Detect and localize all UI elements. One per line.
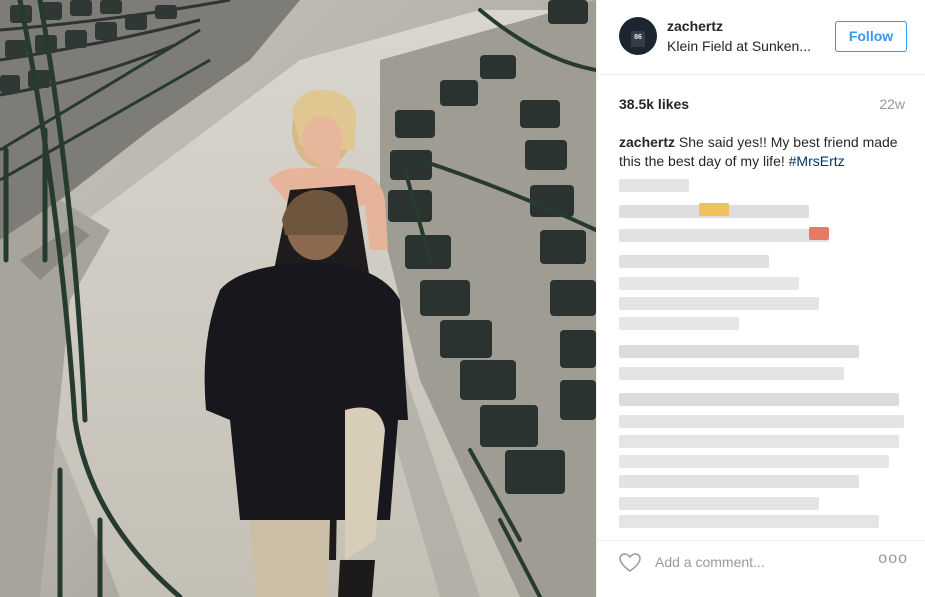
more-options-icon[interactable]: ooo <box>878 550 908 568</box>
follow-button[interactable]: Follow <box>835 21 907 52</box>
blurred-emoji <box>809 227 829 240</box>
blurred-comment <box>619 475 859 488</box>
caption-hashtag[interactable]: #MrsErtz <box>789 153 845 169</box>
blurred-comment <box>619 367 844 380</box>
avatar-jersey-number: 86 <box>634 34 642 41</box>
comment-footer: Add a comment... ooo <box>597 540 925 586</box>
blurred-comment <box>619 497 819 510</box>
blurred-emoji <box>699 203 729 216</box>
post-caption: zachertz She said yes!! My best friend m… <box>619 133 909 171</box>
comments-list-blurred <box>619 175 909 535</box>
likes-count[interactable]: 38.5k likes <box>619 96 689 112</box>
blurred-comment <box>619 229 829 242</box>
blurred-comment <box>619 255 769 268</box>
post-username[interactable]: zachertz <box>667 18 723 34</box>
blurred-comment <box>619 393 899 406</box>
blurred-comment <box>619 277 799 290</box>
heart-icon[interactable] <box>619 553 641 578</box>
post-photo[interactable] <box>0 0 596 597</box>
post-location[interactable]: Klein Field at Sunken... <box>667 38 811 54</box>
blurred-comment <box>619 515 879 528</box>
blurred-comment <box>619 345 859 358</box>
photo-stadium-scene <box>0 0 596 597</box>
add-comment-input[interactable]: Add a comment... <box>655 554 765 570</box>
blurred-comment <box>619 317 739 330</box>
blurred-comment <box>619 179 689 192</box>
blurred-comment <box>619 455 889 468</box>
blurred-comment <box>619 415 904 428</box>
instagram-post-modal: 86 zachertz Klein Field at Sunken... Fol… <box>0 0 925 597</box>
post-header: 86 zachertz Klein Field at Sunken... Fol… <box>597 0 925 75</box>
post-sidebar: 86 zachertz Klein Field at Sunken... Fol… <box>596 0 925 597</box>
post-age[interactable]: 22w <box>879 96 905 112</box>
blurred-comment <box>619 297 819 310</box>
caption-username[interactable]: zachertz <box>619 134 675 150</box>
blurred-comment <box>619 435 899 448</box>
avatar[interactable]: 86 <box>619 17 657 55</box>
